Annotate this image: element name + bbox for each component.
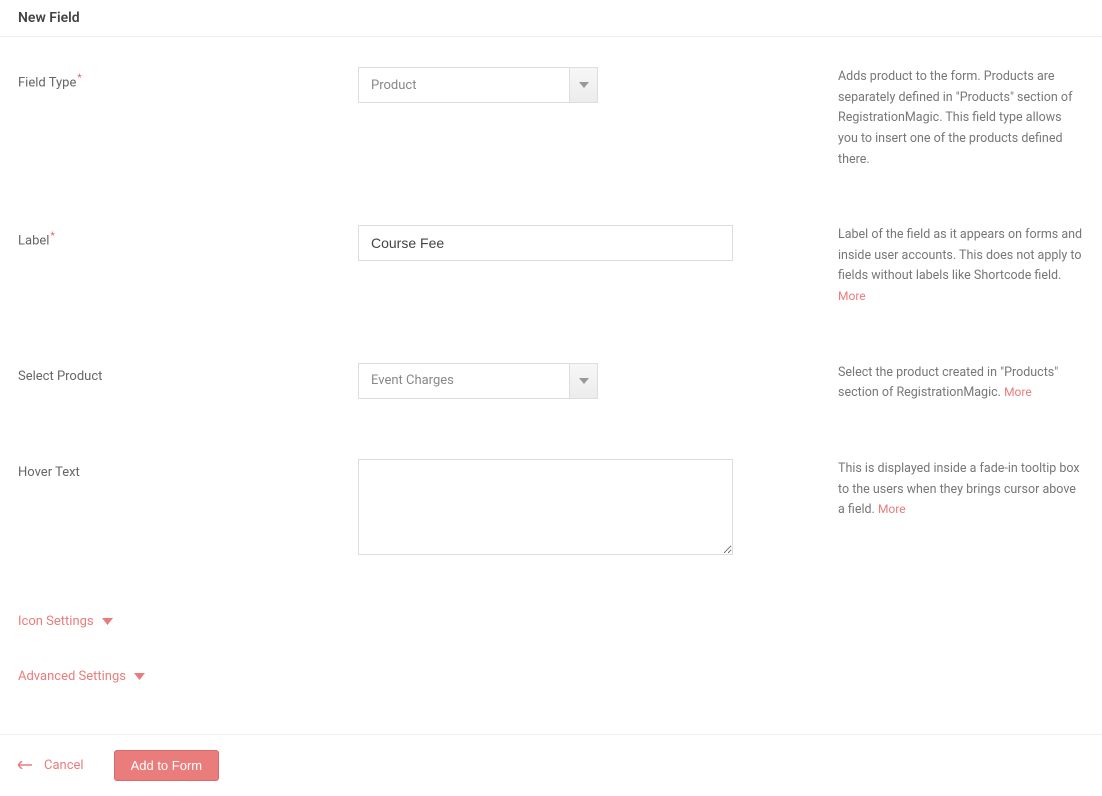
field-type-select-value: Product	[359, 78, 569, 93]
icon-settings-toggle[interactable]: Icon Settings	[18, 614, 1084, 629]
field-type-select[interactable]: Product	[358, 67, 598, 103]
more-link-label[interactable]: More	[838, 289, 866, 303]
help-label-text: Label of the field as it appears on form…	[838, 227, 1082, 283]
advanced-settings-toggle[interactable]: Advanced Settings	[18, 669, 1084, 684]
select-product-arrow[interactable]	[569, 364, 597, 398]
advanced-settings-label: Advanced Settings	[18, 669, 126, 684]
more-link-hover-text[interactable]: More	[878, 502, 906, 516]
input-col-label	[358, 225, 768, 261]
add-to-form-button[interactable]: Add to Form	[114, 750, 220, 781]
row-label: Label* Label of the field as it appears …	[18, 225, 1084, 308]
label-select-product-text: Select Product	[18, 369, 102, 384]
label-field-type: Field Type*	[18, 67, 358, 90]
page-footer: Cancel Add to Form	[0, 734, 1102, 796]
cancel-label: Cancel	[44, 758, 84, 773]
label-select-product: Select Product	[18, 363, 358, 384]
select-product-value: Event Charges	[359, 373, 569, 388]
row-select-product: Select Product Event Charges Select the …	[18, 363, 1084, 404]
chevron-down-icon	[579, 378, 589, 384]
input-col-hover-text	[358, 459, 768, 559]
help-label: Label of the field as it appears on form…	[768, 225, 1084, 308]
hover-text-textarea[interactable]	[358, 459, 733, 555]
more-link-select-product[interactable]: More	[1004, 385, 1032, 399]
help-hover-text: This is displayed inside a fade-in toolt…	[768, 459, 1084, 521]
label-label: Label*	[18, 225, 358, 248]
chevron-down-icon	[579, 82, 589, 88]
chevron-down-icon	[134, 673, 145, 680]
row-field-type: Field Type* Product Adds product to the …	[18, 67, 1084, 170]
row-hover-text: Hover Text This is displayed inside a fa…	[18, 459, 1084, 559]
form-body: Field Type* Product Adds product to the …	[0, 37, 1102, 734]
select-product-select[interactable]: Event Charges	[358, 363, 598, 399]
label-label-text: Label	[18, 233, 49, 248]
field-type-select-arrow[interactable]	[569, 68, 597, 102]
input-col-field-type: Product	[358, 67, 768, 103]
help-select-product: Select the product created in "Products"…	[768, 363, 1084, 404]
label-hover-text-text: Hover Text	[18, 465, 80, 480]
help-field-type: Adds product to the form. Products are s…	[768, 67, 1084, 170]
help-hover-text-text: This is displayed inside a fade-in toolt…	[838, 461, 1080, 517]
label-input[interactable]	[358, 225, 733, 261]
icon-settings-label: Icon Settings	[18, 614, 94, 629]
page-header: New Field	[0, 0, 1102, 37]
label-field-type-text: Field Type	[18, 75, 76, 90]
required-asterisk: *	[50, 231, 54, 242]
input-col-select-product: Event Charges	[358, 363, 768, 399]
required-asterisk: *	[77, 73, 81, 84]
chevron-down-icon	[102, 618, 113, 625]
page-title: New Field	[18, 10, 1084, 26]
label-hover-text: Hover Text	[18, 459, 358, 480]
arrow-left-icon	[18, 761, 32, 769]
cancel-button[interactable]: Cancel	[18, 758, 84, 773]
help-field-type-text: Adds product to the form. Products are s…	[838, 69, 1072, 167]
